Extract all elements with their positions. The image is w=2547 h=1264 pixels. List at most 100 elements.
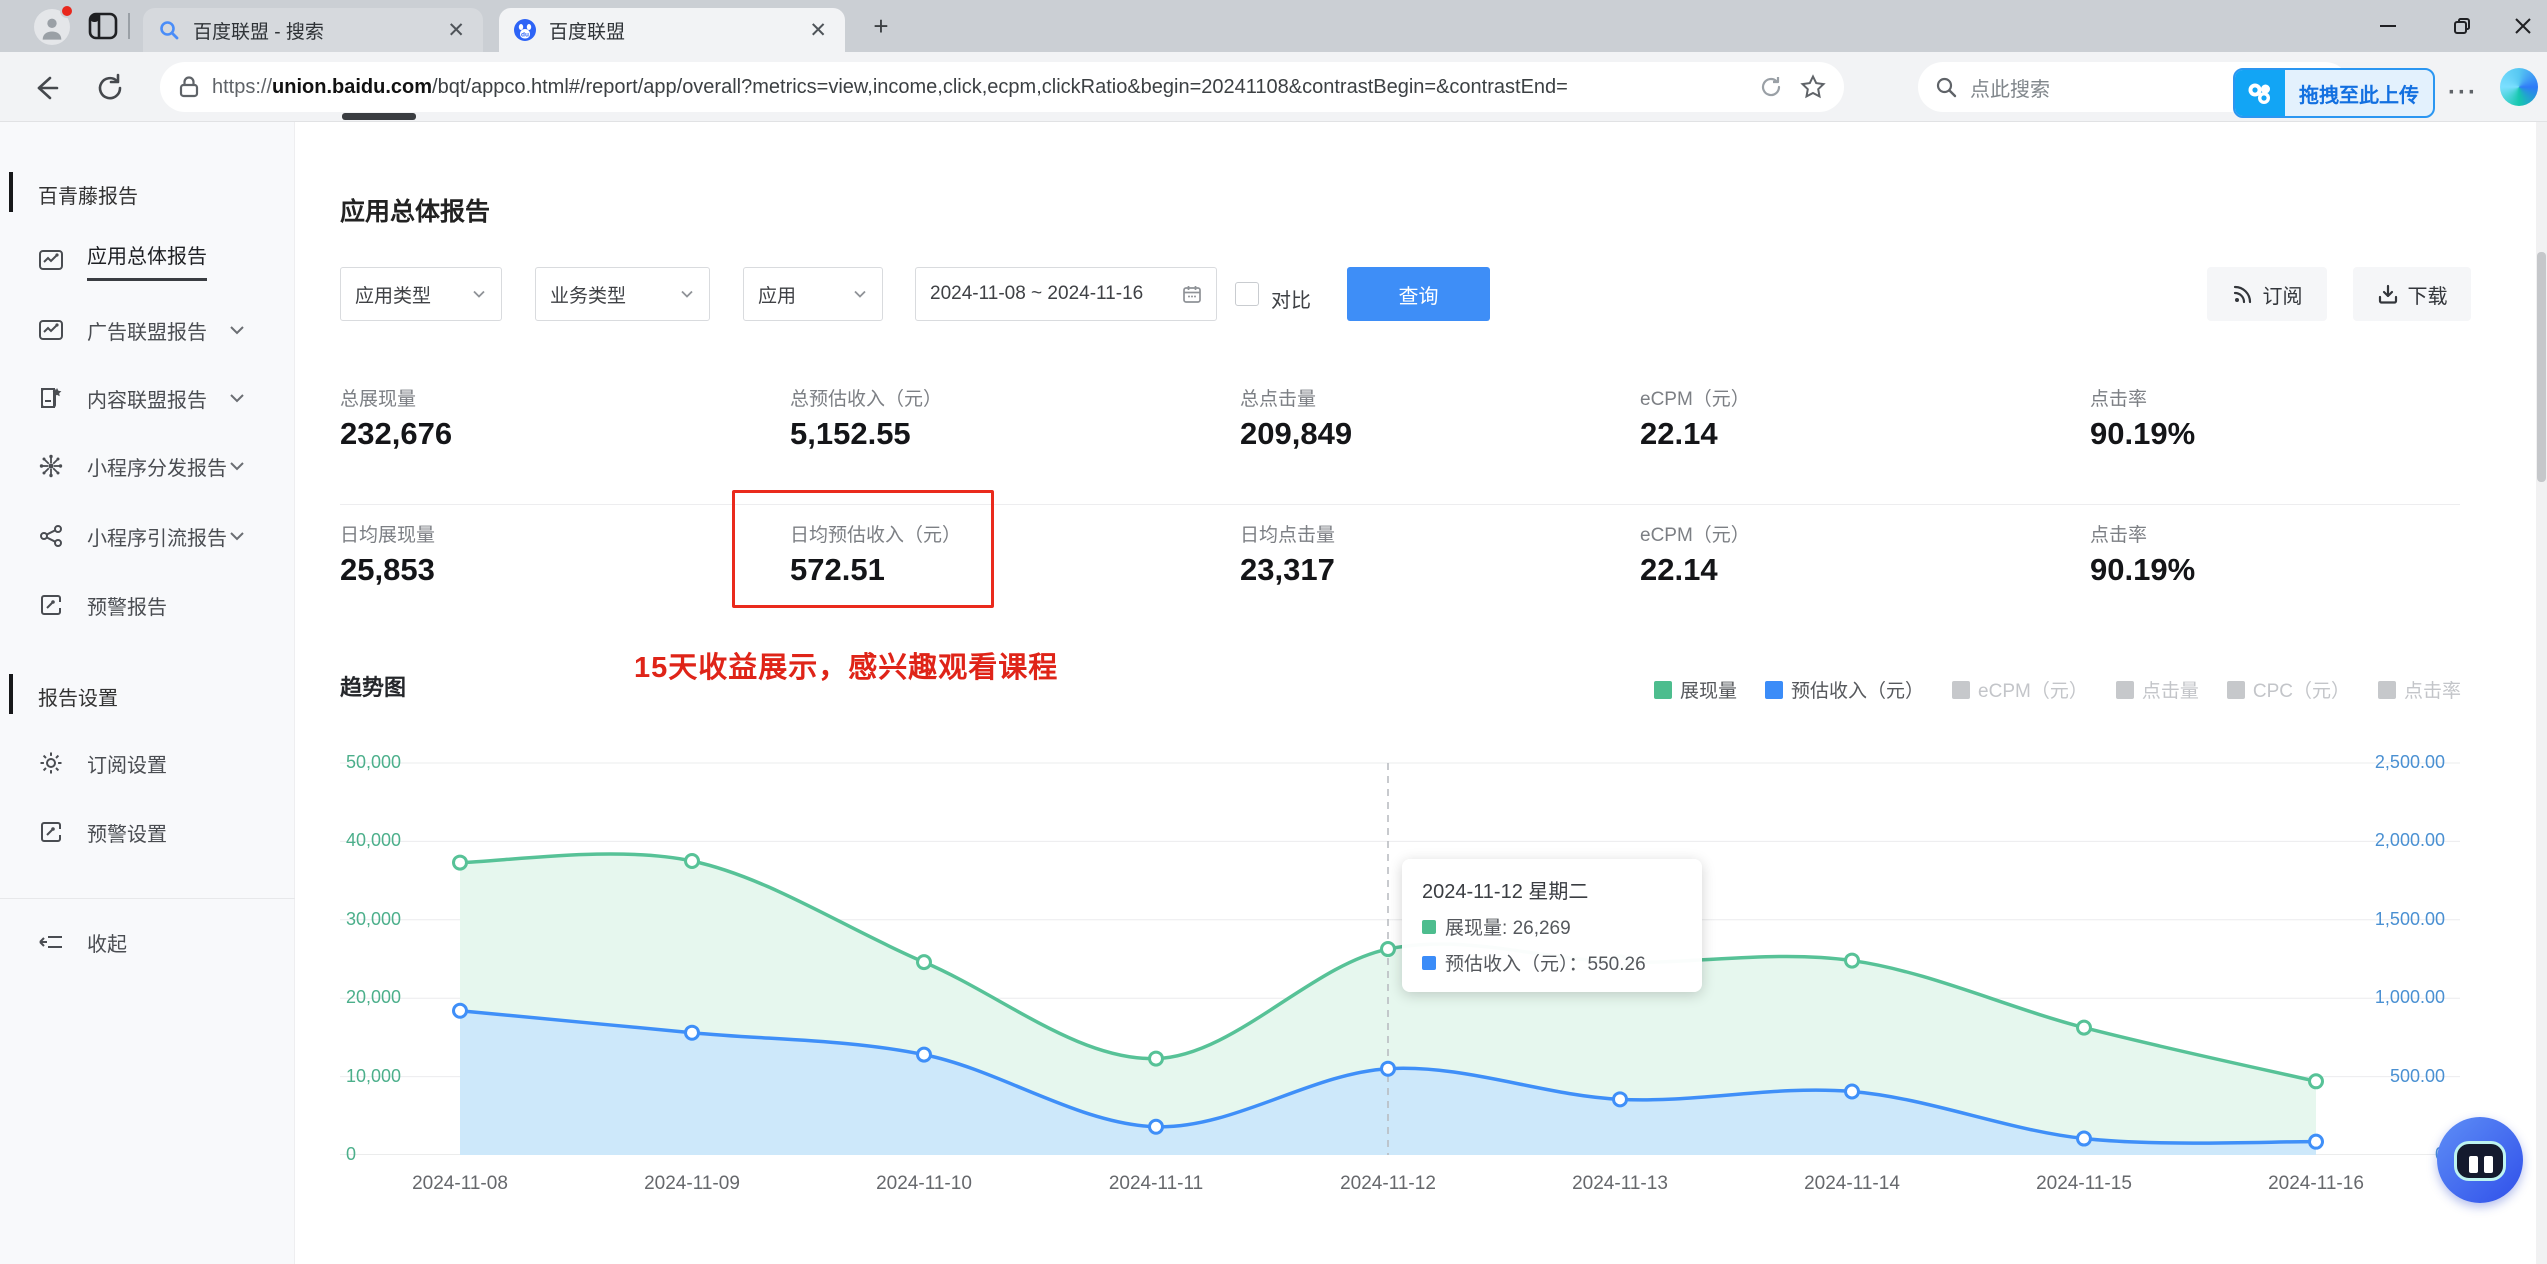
page-scrollbar[interactable]	[2536, 122, 2547, 1264]
stat-label: 点击率	[2090, 525, 2148, 546]
section-indicator	[9, 674, 13, 714]
app-select[interactable]: 应用	[743, 267, 883, 321]
query-button[interactable]: 查询	[1347, 267, 1490, 321]
tab-baidu-union[interactable]: du 百度联盟 ✕	[499, 8, 845, 52]
tab-workspaces-icon[interactable]	[88, 12, 118, 45]
data-point[interactable]	[684, 853, 700, 869]
stat-value: 22.14	[1640, 552, 1718, 587]
back-button[interactable]	[30, 72, 62, 104]
chevron-down-icon	[230, 532, 244, 541]
favorite-star-icon[interactable]	[1800, 74, 1826, 100]
stat-label: 总点击量	[1240, 389, 1317, 410]
sidebar-item-miniapp-distribution-report[interactable]: 小程序分发报告	[0, 442, 295, 490]
legend-item-est-income[interactable]: 预估收入（元）	[1765, 676, 1924, 703]
biz-type-select[interactable]: 业务类型	[535, 267, 710, 321]
data-point[interactable]	[916, 1046, 932, 1063]
sidebar-item-label: 订阅设置	[87, 754, 167, 777]
data-point[interactable]	[684, 1024, 700, 1041]
trend-chart[interactable]: 50,000 40,000 30,000 20,000 10,000 0 2,500.00…	[340, 752, 2460, 1164]
axis-tick-label: 1,000.00	[2374, 987, 2445, 1008]
data-point[interactable]	[1844, 1083, 1860, 1100]
tab-search[interactable]: 百度联盟 - 搜索 ✕	[143, 8, 483, 52]
data-point[interactable]	[1844, 952, 1860, 969]
data-point[interactable]	[2308, 1073, 2324, 1090]
chart-tooltip: 2024-11-12 星期二 展现量: 26,269 预估收入（元）：550.2…	[1402, 859, 1702, 992]
sidebar-divider	[0, 898, 295, 899]
sidebar-item-miniapp-traffic-report[interactable]: 小程序引流报告	[0, 512, 295, 560]
stat-label: 日均点击量	[1240, 525, 1336, 546]
tab-close-icon[interactable]: ✕	[805, 18, 831, 43]
data-point[interactable]	[1612, 1091, 1628, 1108]
axis-tick-label: 500.00	[2389, 1065, 2445, 1086]
window-restore-button[interactable]	[2438, 0, 2486, 52]
sidebar-section-report: 百青藤报告	[38, 186, 138, 208]
app-type-select[interactable]: 应用类型	[340, 267, 502, 321]
url-text: https://union.baidu.com/bqt/appco.html#/…	[212, 76, 1758, 99]
legend-label: 预估收入（元）	[1791, 681, 1925, 702]
data-point[interactable]	[1380, 941, 1396, 958]
main-report-area: 应用总体报告 应用类型 业务类型 应用 2024-11-08 ~ 2024-11…	[295, 122, 2547, 1264]
x-axis-labels: 2024-11-08 2024-11-09 2024-11-10 2024-11-11…	[340, 1173, 2460, 1203]
data-point[interactable]	[2076, 1019, 2092, 1036]
sync-icon[interactable]	[1758, 74, 1784, 100]
window-close-button[interactable]	[2499, 0, 2547, 52]
tab-close-icon[interactable]: ✕	[443, 18, 469, 43]
legend-item-clicks[interactable]: 点击量	[2115, 676, 2199, 703]
browser-menu-icon[interactable]: ···	[2448, 79, 2478, 107]
legend-label: 点击率	[2403, 681, 2461, 702]
data-point[interactable]	[1148, 1118, 1164, 1135]
download-icon	[2378, 284, 2397, 304]
document-star-icon	[41, 388, 62, 408]
new-tab-button[interactable]: +	[866, 12, 896, 42]
legend-label: 点击量	[2141, 681, 2199, 702]
download-button[interactable]: 下载	[2353, 267, 2471, 321]
data-point[interactable]	[1148, 1050, 1164, 1067]
x-axis-label: 2024-11-16	[2268, 1173, 2364, 1194]
address-bar[interactable]: https://union.baidu.com/bqt/appco.html#/…	[160, 62, 1844, 112]
page-title: 应用总体报告	[340, 198, 491, 226]
sidebar-item-content-union-report[interactable]: 内容联盟报告	[0, 374, 295, 422]
data-point[interactable]	[916, 954, 932, 971]
baidu-favicon: du	[514, 19, 536, 41]
tooltip-date: 2024-11-12 星期二	[1422, 881, 1589, 903]
legend-swatch	[2115, 680, 2134, 699]
page-content: 百青藤报告 应用总体报告 广告联盟报告 内容联盟报告 小程序分发报告 小程序引流…	[0, 122, 2547, 1264]
stat-value: 22.14	[1640, 416, 1718, 451]
legend-item-cpc[interactable]: CPC（元）	[2226, 676, 2350, 703]
copilot-icon[interactable]	[2500, 68, 2538, 106]
legend-item-ctr[interactable]: 点击率	[2377, 676, 2461, 703]
data-point[interactable]	[452, 1002, 468, 1019]
gear-icon	[40, 752, 62, 774]
scrollbar-thumb[interactable]	[2537, 252, 2546, 482]
sidebar-item-app-overall-report[interactable]: 应用总体报告	[0, 236, 295, 284]
legend-item-impressions[interactable]: 展现量	[1654, 676, 1737, 703]
contrast-checkbox[interactable]	[1235, 282, 1259, 306]
window-minimize-button[interactable]	[2364, 0, 2412, 52]
tab-separator	[128, 13, 130, 39]
sidebar-item-label: 广告联盟报告	[87, 321, 207, 344]
sidebar-item-ad-union-report[interactable]: 广告联盟报告	[0, 306, 295, 354]
ai-assistant-button[interactable]	[2437, 1117, 2523, 1203]
data-point[interactable]	[1380, 1060, 1396, 1077]
sidebar-item-alert-report[interactable]: 预警报告	[0, 581, 295, 629]
sidebar-item-label: 内容联盟报告	[87, 389, 207, 412]
sidebar-item-subscribe-settings[interactable]: 订阅设置	[0, 739, 295, 787]
data-point[interactable]	[2308, 1133, 2324, 1150]
data-point[interactable]	[452, 854, 468, 871]
alert-report-icon	[41, 595, 61, 615]
chevron-down-icon	[230, 394, 244, 403]
data-point[interactable]	[2076, 1130, 2092, 1147]
legend-item-ecpm[interactable]: eCPM（元）	[1952, 676, 2088, 703]
subscribe-button[interactable]: 订阅	[2207, 267, 2327, 321]
rss-icon	[2233, 285, 2251, 304]
chevron-down-icon	[230, 462, 244, 471]
sidebar-item-alert-settings[interactable]: 预警设置	[0, 808, 295, 856]
sidebar-collapse-button[interactable]: 收起	[0, 918, 295, 966]
subscribe-label: 订阅	[2262, 285, 2303, 308]
stat-value: 232,676	[340, 416, 453, 451]
netdisk-icon	[2235, 70, 2285, 116]
select-value: 业务类型	[550, 285, 627, 307]
refresh-button[interactable]	[94, 72, 126, 104]
date-range-input[interactable]: 2024-11-08 ~ 2024-11-16	[915, 267, 1217, 321]
netdisk-upload-button[interactable]: 拖拽至此上传	[2233, 68, 2435, 118]
